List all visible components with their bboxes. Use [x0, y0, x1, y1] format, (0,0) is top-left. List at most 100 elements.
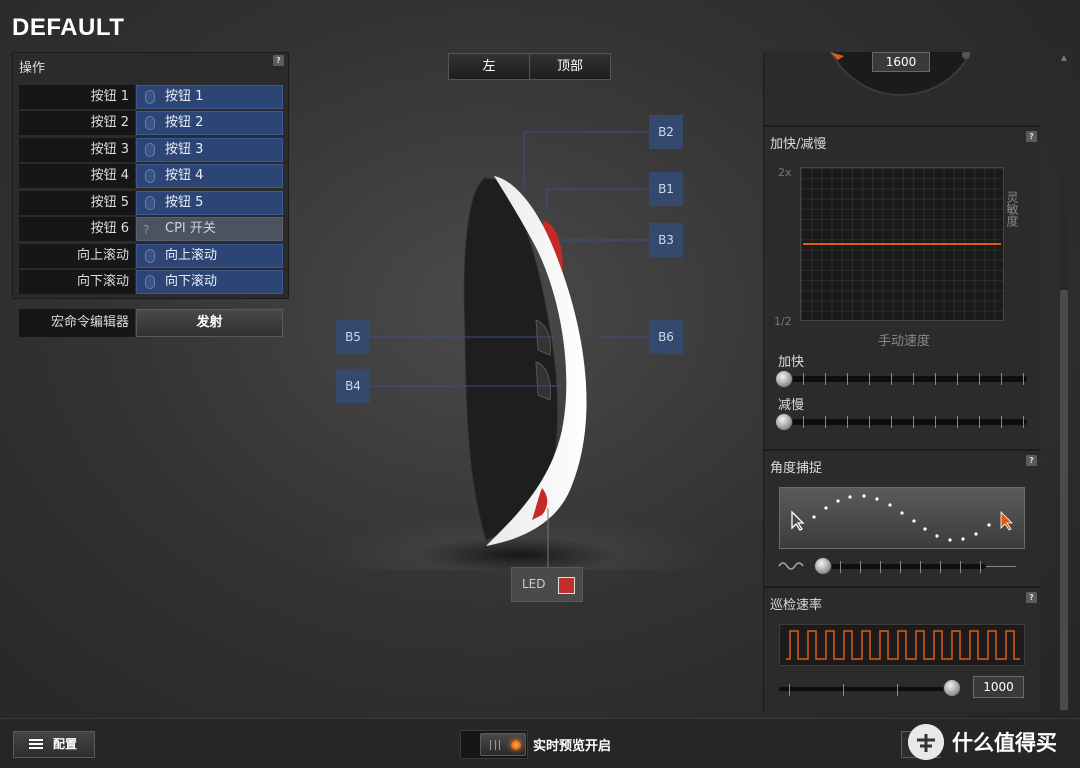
decel-slider[interactable] — [775, 413, 1027, 431]
angle-snap-preview — [779, 487, 1025, 549]
watermark-logo-icon — [908, 724, 944, 760]
tag-b6[interactable]: B6 — [649, 320, 683, 354]
y-axis-bottom-label: 1/2 — [774, 315, 792, 328]
accel-curve — [803, 243, 1001, 245]
tag-b5[interactable]: B5 — [336, 320, 370, 354]
question-icon: ? — [143, 223, 150, 237]
action-label: 按钮 5 — [19, 191, 135, 215]
polling-rate-title: 巡检速率 — [770, 598, 823, 613]
decel-slider-knob[interactable] — [775, 413, 793, 431]
scrollbar[interactable]: ▲ — [1059, 52, 1069, 714]
polling-rate-slider[interactable] — [779, 679, 961, 697]
action-row-scroll-up: 向上滚动 向上滚动 — [19, 244, 283, 268]
action-value-text: 向下滚动 — [165, 274, 218, 289]
accel-title: 加快/减慢 — [770, 137, 827, 152]
led-color-swatch[interactable] — [558, 577, 575, 594]
action-row-button3: 按钮 3 按钮 3 — [19, 138, 283, 162]
help-icon[interactable]: ? — [1026, 455, 1037, 466]
view-left-button[interactable]: 左 — [449, 54, 529, 79]
action-assignment-scroll-up[interactable]: 向上滚动 — [136, 244, 283, 268]
action-value-text: 按钮 2 — [165, 115, 204, 130]
tag-b2[interactable]: B2 — [649, 115, 683, 149]
polling-rate-preview — [779, 624, 1025, 666]
help-icon[interactable]: ? — [1026, 592, 1037, 603]
x-axis-label: 手动速度 — [878, 334, 931, 349]
action-label: 按钮 4 — [19, 164, 135, 188]
accel-section: 加快/减慢 ? 2x 1/2 灵敏度 手动速度 加快 减慢 — [764, 125, 1041, 447]
toggle-knob[interactable] — [480, 733, 526, 756]
wave-icon — [778, 562, 804, 570]
action-assignment-scroll-down[interactable]: 向下滚动 — [136, 270, 283, 294]
live-preview-label: 实时预览开启 — [533, 739, 612, 754]
action-assignment-button4[interactable]: 按钮 4 — [136, 164, 283, 188]
accel-label: 加快 — [778, 355, 805, 370]
action-label: 按钮 6 — [19, 217, 135, 241]
action-label: 按钮 1 — [19, 85, 135, 109]
action-value-text: 按钮 4 — [165, 168, 204, 183]
action-label: 向上滚动 — [19, 244, 135, 268]
action-value-text: CPI 开关 — [165, 221, 216, 236]
polling-rate-section: 巡检速率 ? 1000 — [764, 586, 1041, 712]
action-assignment-button5[interactable]: 按钮 5 — [136, 191, 283, 215]
action-value-text: 向上滚动 — [165, 248, 218, 263]
mouse-icon — [145, 196, 155, 210]
square-wave — [786, 630, 1020, 660]
grip-icon — [490, 740, 500, 750]
y-axis-top-label: 2x — [778, 166, 792, 179]
accel-slider-knob[interactable] — [775, 370, 793, 388]
tag-b4[interactable]: B4 — [336, 369, 370, 403]
config-button[interactable]: 配置 — [13, 731, 95, 758]
action-value-text: 按钮 3 — [165, 142, 204, 157]
scroll-up-arrow-icon[interactable]: ▲ — [1060, 54, 1068, 62]
tag-b3[interactable]: B3 — [649, 223, 683, 257]
angle-snap-section: 角度捕捉 ? — [764, 449, 1041, 586]
mouse-icon — [145, 249, 155, 263]
decel-label: 减慢 — [778, 398, 805, 413]
watermark: 什么值得买 — [908, 724, 1057, 760]
mouse-icon — [145, 90, 155, 104]
action-row-button5: 按钮 5 按钮 5 — [19, 191, 283, 215]
actions-panel-title: 操作 — [19, 61, 46, 76]
action-value-text: 按钮 1 — [165, 89, 204, 104]
profile-title: DEFAULT — [12, 14, 125, 41]
view-toggle: 左 顶部 — [448, 53, 611, 80]
leader-b2 — [523, 131, 649, 190]
settings-panel: 1600 加快/减慢 ? 2x 1/2 灵敏度 手动速度 加快 减慢 角度捕捉 … — [763, 52, 1041, 712]
action-assignment-button2[interactable]: 按钮 2 — [136, 111, 283, 135]
action-assignment-button3[interactable]: 按钮 3 — [136, 138, 283, 162]
status-led-icon — [511, 740, 521, 750]
polling-rate-slider-knob[interactable] — [943, 679, 961, 697]
action-row-button4: 按钮 4 按钮 4 — [19, 164, 283, 188]
scrollbar-thumb[interactable] — [1060, 290, 1068, 710]
help-icon[interactable]: ? — [1026, 131, 1037, 142]
leader-b1 — [546, 188, 649, 208]
action-row-scroll-down: 向下滚动 向下滚动 — [19, 270, 283, 294]
led-control[interactable]: LED — [511, 567, 583, 602]
action-label: 按钮 2 — [19, 111, 135, 135]
action-row-button2: 按钮 2 按钮 2 — [19, 111, 283, 135]
cpi-value[interactable]: 1600 — [872, 52, 930, 72]
view-top-button[interactable]: 顶部 — [529, 54, 610, 79]
led-label: LED — [522, 577, 546, 591]
mouse-icon — [145, 169, 155, 183]
action-label: 向下滚动 — [19, 270, 135, 294]
action-assignment-button6[interactable]: ? CPI 开关 — [136, 217, 283, 241]
live-preview-toggle[interactable] — [460, 730, 528, 759]
cpi-dial-area: 1600 — [764, 52, 1041, 125]
action-row-button1: 按钮 1 按钮 1 — [19, 85, 283, 109]
action-value-text: 按钮 5 — [165, 195, 204, 210]
mouse-icon — [145, 143, 155, 157]
tag-b1[interactable]: B1 — [649, 172, 683, 206]
polling-rate-value[interactable]: 1000 — [973, 676, 1024, 698]
list-icon — [29, 739, 43, 750]
actions-panel: 操作 ? 按钮 1 按钮 1 按钮 2 按钮 2 按钮 3 按钮 3 按钮 4 … — [12, 52, 289, 337]
macro-launch-button[interactable]: 发射 — [136, 309, 283, 337]
accel-slider[interactable] — [775, 370, 1027, 388]
angle-snap-slider[interactable] — [814, 557, 986, 575]
action-label: 按钮 3 — [19, 138, 135, 162]
watermark-text: 什么值得买 — [952, 731, 1057, 755]
action-row-button6: 按钮 6 ? CPI 开关 — [19, 217, 283, 241]
help-icon[interactable]: ? — [273, 55, 284, 66]
angle-snap-slider-knob[interactable] — [814, 557, 832, 575]
action-assignment-button1[interactable]: 按钮 1 — [136, 85, 283, 109]
